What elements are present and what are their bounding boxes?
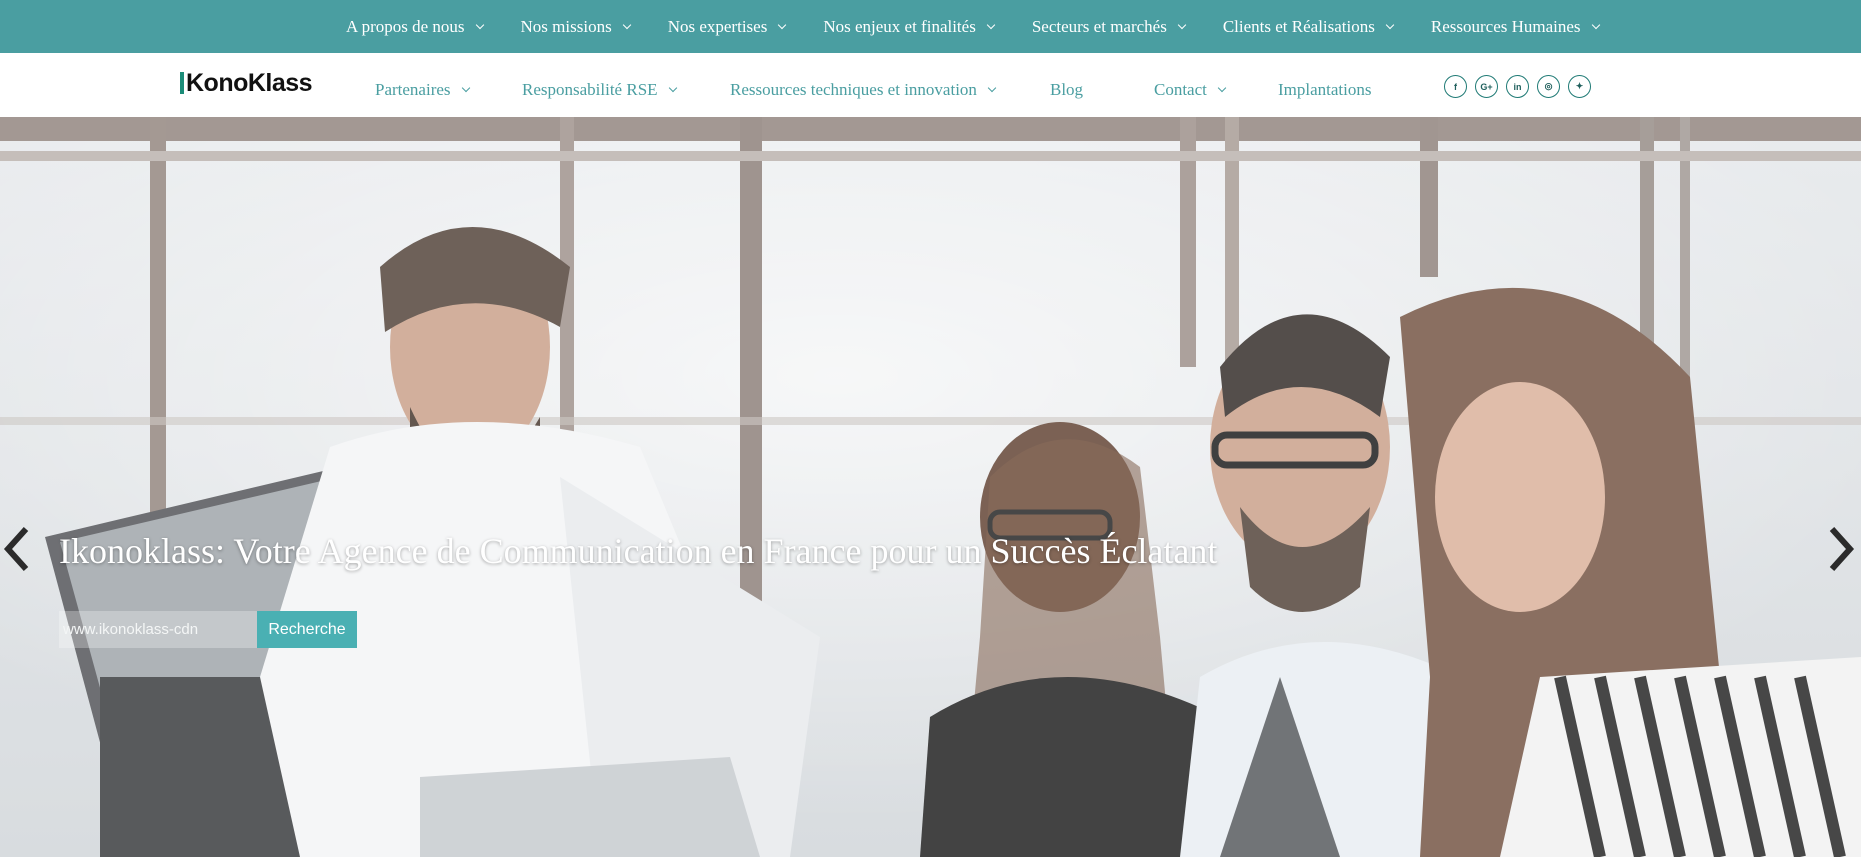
chevron-down-icon [986, 20, 996, 29]
hero-overlay [0, 117, 1861, 857]
nav-partenaires[interactable]: Partenaires [375, 80, 470, 100]
top-nav-label: Clients et Réalisations [1222, 16, 1375, 36]
nav-blog[interactable]: Blog [1050, 80, 1083, 100]
logo-text-a: Kono [186, 68, 248, 97]
top-nav-label: Ressources Humaines [1430, 16, 1581, 36]
hero-slider: Ikonoklass: Votre Agence de Communicatio… [0, 117, 1861, 857]
nav-label: Partenaires [375, 80, 451, 99]
nav-label: Implantations [1278, 80, 1372, 99]
top-nav-label: Nos expertises [667, 16, 768, 36]
nav-contact[interactable]: Contact [1154, 80, 1227, 100]
top-nav-label: Nos missions [520, 16, 612, 36]
top-nav-label: Secteurs et marchés [1031, 16, 1167, 36]
chevron-down-icon [622, 20, 631, 29]
chevron-down-icon [668, 83, 677, 93]
top-nav-enjeux[interactable]: Nos enjeux et finalités [823, 16, 996, 37]
chevron-down-icon [1217, 83, 1227, 93]
chevron-right-icon[interactable] [1818, 512, 1858, 582]
top-nav-bar: A propos de nous Nos missions Nos expert… [0, 0, 1861, 53]
chevron-down-icon [1177, 20, 1187, 29]
logo[interactable]: Kono Klass [180, 68, 313, 97]
nav-label: Blog [1050, 80, 1084, 99]
top-nav-label: A propos de nous [346, 16, 465, 36]
logo-text-b: Klass [247, 68, 313, 97]
chevron-down-icon [475, 20, 484, 29]
linkedin-icon[interactable]: in [1506, 75, 1529, 98]
top-nav-ressources-humaines[interactable]: Ressources Humaines [1430, 16, 1600, 37]
search-input[interactable] [59, 611, 257, 648]
nav-label: Contact [1154, 80, 1207, 99]
facebook-icon[interactable]: f [1444, 75, 1467, 98]
instagram-glyph: ◎ [1544, 81, 1553, 91]
top-nav-a-propos[interactable]: A propos de nous [346, 16, 484, 37]
chevron-down-icon [461, 83, 470, 93]
chevron-down-icon [778, 20, 787, 29]
top-nav-missions[interactable]: Nos missions [520, 16, 631, 37]
chevron-down-icon [1591, 20, 1600, 29]
linkedin-glyph: in [1513, 81, 1522, 92]
logo-mark [180, 72, 184, 94]
top-nav-clients[interactable]: Clients et Réalisations [1222, 16, 1395, 37]
nav-label: Ressources techniques et innovation [730, 80, 977, 99]
top-nav-expertises[interactable]: Nos expertises [667, 16, 787, 37]
top-nav-secteurs[interactable]: Secteurs et marchés [1031, 16, 1187, 37]
facebook-glyph: f [1454, 81, 1457, 92]
chevron-left-icon[interactable] [0, 512, 40, 582]
nav-label: Responsabilité RSE [522, 80, 658, 99]
search-button[interactable]: Recherche [257, 611, 357, 648]
chevron-down-icon [987, 83, 997, 93]
twitter-glyph: ✦ [1575, 81, 1584, 91]
top-nav-label: Nos enjeux et finalités [823, 16, 976, 36]
instagram-icon[interactable]: ◎ [1537, 75, 1560, 98]
nav-implantations[interactable]: Implantations [1278, 80, 1371, 100]
google-plus-glyph: G+ [1480, 81, 1493, 92]
twitter-icon[interactable]: ✦ [1568, 75, 1591, 98]
nav-responsabilite-rse[interactable]: Responsabilité RSE [522, 80, 677, 100]
chevron-down-icon [1385, 20, 1395, 29]
hero-headline: Ikonoklass: Votre Agence de Communicatio… [59, 531, 1218, 571]
nav-ressources-techniques[interactable]: Ressources techniques et innovation [730, 80, 997, 100]
google-plus-icon[interactable]: G+ [1475, 75, 1498, 98]
top-nav: A propos de nous Nos missions Nos expert… [346, 0, 1600, 53]
